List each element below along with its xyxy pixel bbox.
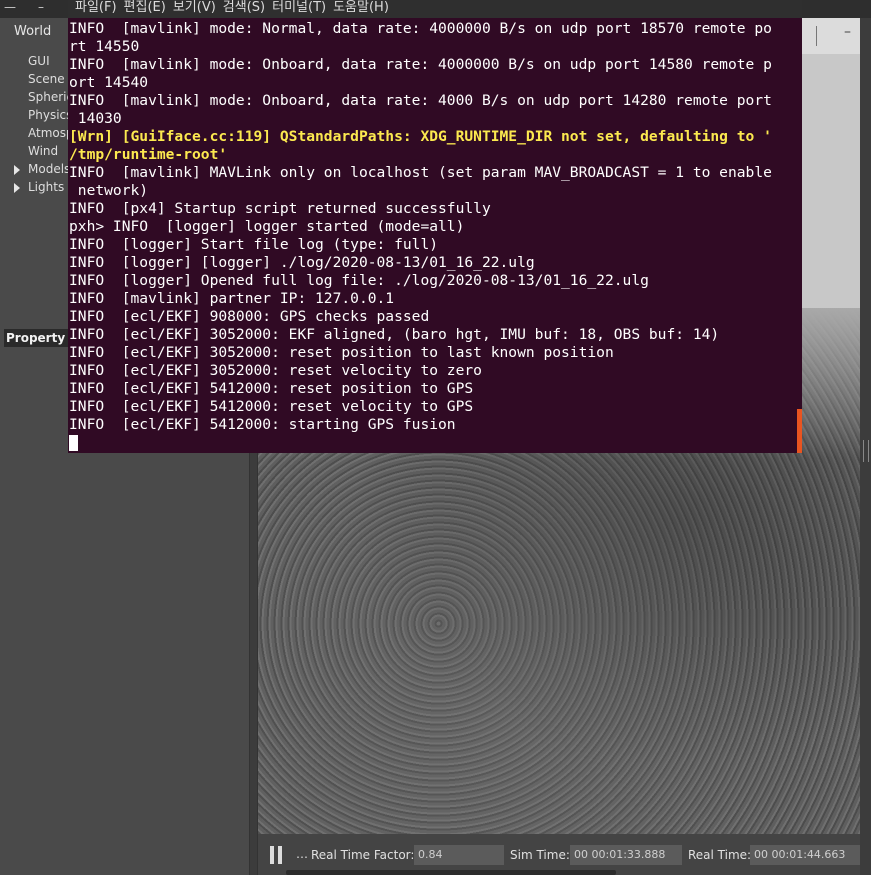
- sim-time-field: 00 00:01:33.888: [570, 845, 682, 865]
- terminal-line: INFO [ecl/EKF] 5412000: reset velocity t…: [69, 398, 474, 415]
- menu-item[interactable]: 검색(S): [223, 0, 265, 16]
- menu-item[interactable]: 터미널(T): [272, 0, 326, 16]
- terminal-line: ort 14540: [69, 74, 149, 91]
- menu-item[interactable]: 도움말(H): [333, 0, 389, 16]
- toolbar-separator: [816, 26, 817, 46]
- terminal-warning-line: [Wrn] [GuiIface.cc:119] QStandardPaths: …: [69, 128, 772, 145]
- pause-button[interactable]: [270, 846, 284, 864]
- terminal-line: INFO [mavlink] mode: Normal, data rate: …: [69, 20, 772, 37]
- terminal-prompt-line[interactable]: [69, 434, 791, 452]
- tree-item-models[interactable]: Models: [28, 162, 70, 176]
- terminal-line: INFO [ecl/EKF] 3052000: EKF aligned, (ba…: [69, 326, 720, 343]
- pause-icon: [270, 846, 274, 864]
- terminal-line: INFO [mavlink] MAVLink only on localhost…: [69, 164, 772, 181]
- property-header: Property: [4, 329, 68, 347]
- menu-item[interactable]: 편집(E): [124, 0, 166, 16]
- terminal-menubar: 파일(F) 편집(E) 보기(V) 검색(S) 터미널(T) 도움말(H): [68, 0, 802, 18]
- time-panel: … Real Time Factor: 0.84 Sim Time: 00 00…: [258, 834, 860, 875]
- terminal-line: INFO [logger] Opened full log file: ./lo…: [69, 272, 649, 289]
- tree-item-lights[interactable]: Lights: [28, 180, 64, 194]
- terminal-scrollbar[interactable]: [797, 409, 802, 453]
- expand-arrow-icon[interactable]: [14, 165, 20, 175]
- horizontal-scrollbar[interactable]: [286, 870, 616, 875]
- terminal-line: pxh> INFO [logger] logger started (mode=…: [69, 218, 465, 235]
- tree-item-gui[interactable]: GUI: [28, 54, 50, 68]
- terminal-warning-line: /tmp/runtime-root': [69, 146, 228, 163]
- terminal-line: INFO [ecl/EKF] 5412000: starting GPS fus…: [69, 416, 456, 433]
- terminal-line: INFO [mavlink] mode: Onboard, data rate:…: [69, 92, 772, 109]
- terminal-line: INFO [logger] Start file log (type: full…: [69, 236, 439, 253]
- viewport-toolbar: –: [802, 18, 860, 54]
- real-time-field: 00 00:01:44.663: [750, 845, 860, 865]
- terminal-line: INFO [ecl/EKF] 3052000: reset velocity t…: [69, 362, 482, 379]
- terminal-line: INFO [mavlink] partner IP: 127.0.0.1: [69, 290, 395, 307]
- terminal-line: INFO [logger] [logger] ./log/2020-08-13/…: [69, 254, 535, 271]
- window-menu-icon[interactable]: —: [4, 0, 16, 14]
- resize-handle-icon[interactable]: [863, 440, 869, 462]
- minimize-icon[interactable]: –: [38, 0, 44, 14]
- collapse-icon[interactable]: –: [844, 24, 851, 40]
- menu-item[interactable]: 파일(F): [75, 0, 117, 16]
- real-time-label: Real Time:: [688, 848, 752, 862]
- pause-icon: [278, 846, 282, 864]
- tree-item-scene[interactable]: Scene: [28, 72, 65, 86]
- menu-item[interactable]: 보기(V): [173, 0, 216, 16]
- terminal-line: INFO [ecl/EKF] 5412000: reset position t…: [69, 380, 474, 397]
- terminal-line: network): [69, 182, 149, 199]
- real-time-factor-label: Real Time Factor:: [311, 848, 415, 862]
- terminal-line: INFO [ecl/EKF] 908000: GPS checks passed: [69, 308, 430, 325]
- terminal-line: 14030: [69, 110, 122, 127]
- step-button[interactable]: …: [296, 847, 308, 861]
- tree-item-wind[interactable]: Wind: [28, 144, 58, 158]
- terminal-line: INFO [mavlink] mode: Onboard, data rate:…: [69, 56, 772, 73]
- tab-world[interactable]: World: [0, 20, 66, 44]
- terminal-line: INFO [ecl/EKF] 3052000: reset position t…: [69, 344, 614, 361]
- real-time-factor-field: 0.84: [414, 845, 504, 865]
- terminal-window[interactable]: INFO [mavlink] mode: Normal, data rate: …: [68, 18, 802, 453]
- terminal-line: rt 14550: [69, 38, 140, 55]
- expand-arrow-icon[interactable]: [14, 183, 20, 193]
- tree-item-physics[interactable]: Physics: [28, 108, 72, 122]
- terminal-line: INFO [px4] Startup script returned succe…: [69, 200, 491, 217]
- terminal-output: INFO [mavlink] mode: Normal, data rate: …: [69, 20, 791, 452]
- sim-time-label: Sim Time:: [510, 848, 570, 862]
- text-cursor: [69, 435, 78, 451]
